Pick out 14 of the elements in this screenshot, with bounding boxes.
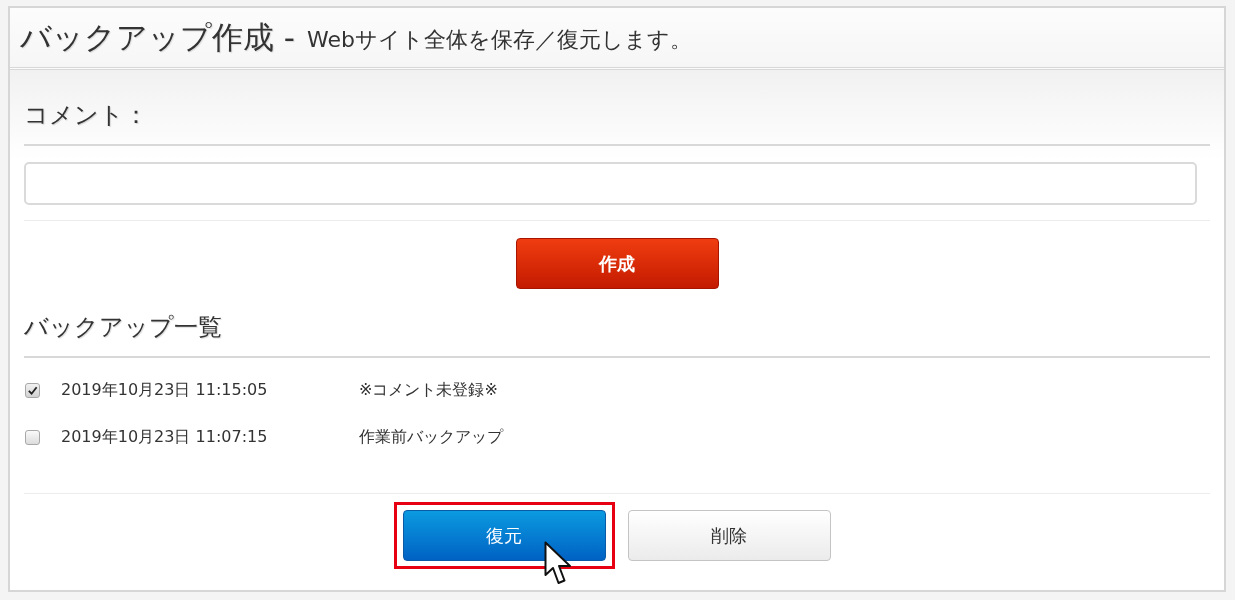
backup-date: 2019年10月23日 11:07:15 [61,427,269,448]
section-heading: バックアップ一覧 [24,313,222,341]
backup-checkbox[interactable] [25,383,40,398]
backup-date: 2019年10月23日 11:15:05 [61,380,269,401]
backup-checkbox[interactable] [25,430,40,445]
section-heading: コメント： [24,101,148,129]
comment-input-field[interactable] [24,162,1197,205]
page-title: バックアップ作成 - [20,17,296,57]
delete-button[interactable]: 削除 [627,510,831,561]
backup-comment: 作業前バックアップ [359,427,503,448]
restore-button[interactable]: 復元 [402,510,606,561]
backup-comment: ※コメント未登録※ [359,380,498,401]
create-button[interactable]: 作成 [515,238,719,289]
page-subtitle: Webサイト全体を保存／復元します。 [307,26,692,54]
